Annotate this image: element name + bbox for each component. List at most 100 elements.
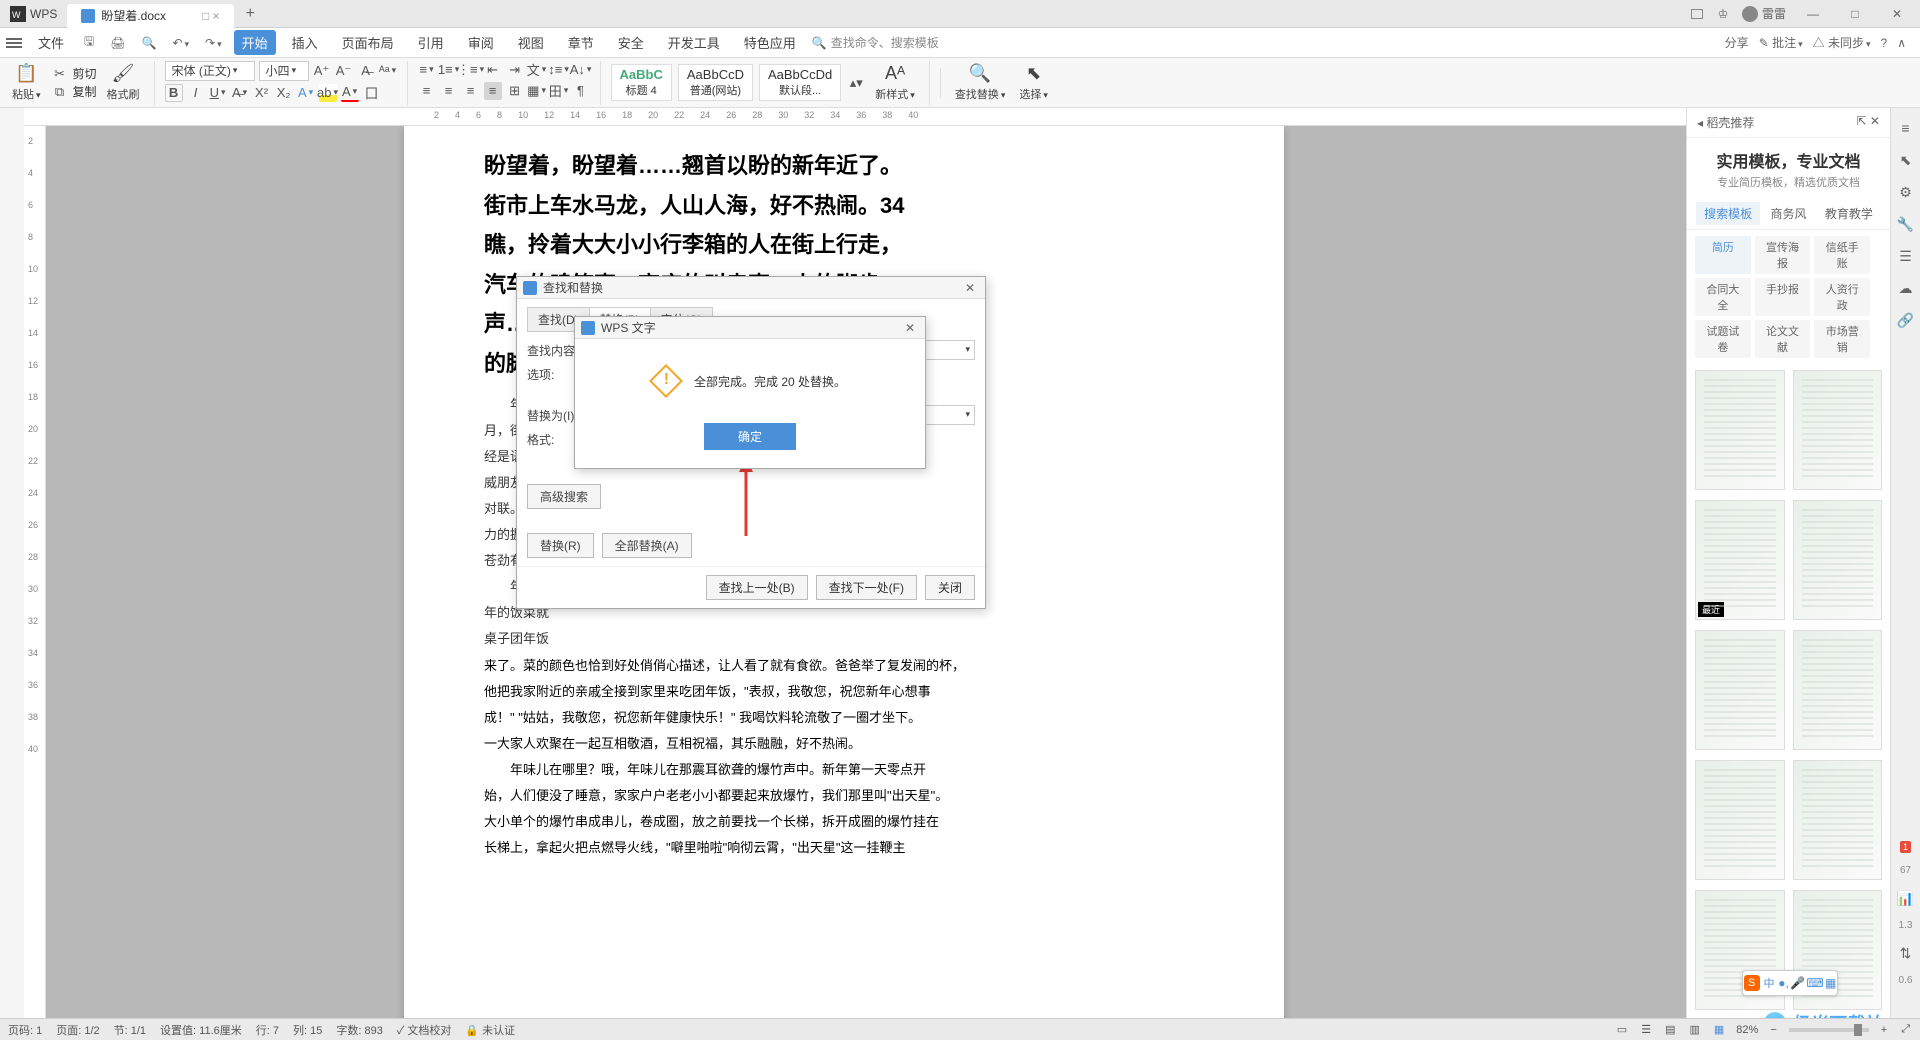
tab-special[interactable]: 特色应用 bbox=[736, 30, 804, 55]
line-spacing-icon[interactable]: ↕≡ bbox=[550, 61, 568, 79]
document-tab[interactable]: 盼望着.docx □ × bbox=[67, 4, 233, 28]
text-effect-icon[interactable]: A bbox=[297, 84, 315, 102]
template-thumb[interactable] bbox=[1695, 500, 1785, 620]
sort-icon[interactable]: A↓ bbox=[572, 61, 590, 79]
tab-dev[interactable]: 开发工具 bbox=[660, 30, 728, 55]
ime-toolbar[interactable]: S 中 ●, 🎤 ⌨ ▦ bbox=[1742, 970, 1838, 996]
template-thumb[interactable] bbox=[1793, 500, 1883, 620]
highlight-icon[interactable]: ab bbox=[319, 84, 337, 102]
select-tool-icon[interactable]: ⬉ bbox=[1896, 150, 1916, 170]
net-icon[interactable]: ⇅ bbox=[1896, 943, 1916, 963]
decrease-indent-icon[interactable]: ⇤ bbox=[484, 61, 502, 79]
change-case-icon[interactable]: ᴬᵃ bbox=[379, 62, 397, 80]
close-button[interactable]: 关闭 bbox=[925, 575, 975, 600]
save-icon[interactable]: 🖫 bbox=[80, 30, 98, 55]
tab-view[interactable]: 视图 bbox=[510, 30, 552, 55]
ime-punct-icon[interactable]: ●, bbox=[1778, 976, 1789, 990]
style-default[interactable]: AaBbCcDd默认段... bbox=[759, 64, 841, 101]
cat-resume[interactable]: 简历 bbox=[1695, 236, 1751, 274]
close-icon[interactable]: ✕ bbox=[961, 281, 979, 295]
hamburger-icon[interactable] bbox=[6, 38, 22, 48]
close-window-button[interactable]: ✕ bbox=[1882, 4, 1912, 24]
help-icon[interactable]: ? bbox=[1881, 36, 1888, 50]
print-icon[interactable]: 🖨 bbox=[106, 34, 129, 52]
redo-icon[interactable]: ↷ bbox=[201, 34, 226, 52]
new-tab-button[interactable]: + bbox=[234, 5, 267, 23]
font-size-select[interactable]: 小四 bbox=[259, 61, 309, 81]
user-avatar[interactable]: 雷雷 bbox=[1742, 5, 1786, 22]
file-menu[interactable]: 文件 bbox=[30, 30, 72, 55]
settings-icon[interactable]: ⚙ bbox=[1896, 182, 1916, 202]
tab-review[interactable]: 审阅 bbox=[460, 30, 502, 55]
template-thumb[interactable] bbox=[1793, 630, 1883, 750]
collapse-ribbon-icon[interactable]: ∧ bbox=[1897, 36, 1906, 50]
notification-badge[interactable]: 1 bbox=[1900, 841, 1911, 853]
outline-icon[interactable]: ☰ bbox=[1896, 246, 1916, 266]
text-direction-icon[interactable]: 文 bbox=[528, 61, 546, 79]
cat-letter[interactable]: 信纸手账 bbox=[1814, 236, 1870, 274]
new-style-button[interactable]: Aᴬ新样式 bbox=[871, 61, 919, 104]
link-icon[interactable]: 🔗 bbox=[1896, 310, 1916, 330]
align-center-icon[interactable]: ≡ bbox=[440, 82, 458, 100]
distribute-icon[interactable]: ⊞ bbox=[506, 82, 524, 100]
tab-section[interactable]: 章节 bbox=[560, 30, 602, 55]
annotate-button[interactable]: ✎ 批注 bbox=[1759, 34, 1803, 51]
superscript-icon[interactable]: X² bbox=[253, 84, 271, 102]
template-thumb[interactable] bbox=[1695, 760, 1785, 880]
grid-icon[interactable] bbox=[1690, 7, 1704, 21]
italic-button[interactable]: I bbox=[187, 84, 205, 102]
status-page-no[interactable]: 页码: 1 bbox=[8, 1022, 42, 1038]
find-next-button[interactable]: 查找下一处(F) bbox=[816, 575, 917, 600]
collapse-panel-icon[interactable]: ≡ bbox=[1896, 118, 1916, 138]
replace-button[interactable]: 替换(R) bbox=[527, 533, 594, 558]
cat-marketing[interactable]: 市场营销 bbox=[1814, 320, 1870, 358]
minimize-button[interactable]: — bbox=[1798, 4, 1828, 24]
cat-handcopy[interactable]: 手抄报 bbox=[1755, 278, 1811, 316]
strike-button[interactable]: A̶ bbox=[231, 84, 249, 102]
status-auth[interactable]: 🔒 未认证 bbox=[465, 1022, 515, 1038]
show-marks-icon[interactable]: ¶ bbox=[572, 82, 590, 100]
cat-contract[interactable]: 合同大全 bbox=[1695, 278, 1751, 316]
zoom-out-icon[interactable]: − bbox=[1768, 1024, 1778, 1036]
ok-button[interactable]: 确定 bbox=[704, 423, 796, 450]
ime-logo-icon[interactable]: S bbox=[1744, 975, 1760, 991]
ime-mic-icon[interactable]: 🎤 bbox=[1790, 976, 1805, 990]
zoom-slider[interactable] bbox=[1789, 1028, 1869, 1032]
multilevel-list-icon[interactable]: ⋮≡ bbox=[462, 61, 480, 79]
view-read-icon[interactable]: ▥ bbox=[1687, 1023, 1701, 1036]
find-prev-button[interactable]: 查找上一处(B) bbox=[706, 575, 808, 600]
subscript-icon[interactable]: X₂ bbox=[275, 84, 293, 102]
view-print-icon[interactable]: ▭ bbox=[1615, 1023, 1629, 1036]
cat-exam[interactable]: 试题试卷 bbox=[1695, 320, 1751, 358]
close-icon[interactable]: ✕ bbox=[901, 321, 919, 335]
view-outline-icon[interactable]: ▤ bbox=[1663, 1023, 1677, 1036]
command-search[interactable]: 🔍 查找命令、搜索模板 bbox=[812, 34, 939, 51]
find-replace-button[interactable]: 🔍查找替换 bbox=[951, 61, 1010, 104]
tab-layout[interactable]: 页面布局 bbox=[334, 30, 402, 55]
bold-button[interactable]: B bbox=[165, 84, 183, 102]
tab-reference[interactable]: 引用 bbox=[410, 30, 452, 55]
maximize-button[interactable]: □ bbox=[1840, 4, 1870, 24]
template-thumb[interactable] bbox=[1695, 630, 1785, 750]
fit-icon[interactable]: ⤢ bbox=[1899, 1023, 1912, 1036]
panel-tab-education[interactable]: 教育教学 bbox=[1817, 202, 1881, 225]
undo-icon[interactable]: ↶ bbox=[168, 34, 193, 52]
cat-hr[interactable]: 人资行政 bbox=[1814, 278, 1870, 316]
advanced-search-button[interactable]: 高级搜索 bbox=[527, 484, 601, 509]
close-tab-icon[interactable]: □ × bbox=[202, 9, 220, 23]
cat-poster[interactable]: 宣传海报 bbox=[1755, 236, 1811, 274]
template-thumb[interactable] bbox=[1695, 370, 1785, 490]
template-thumb[interactable] bbox=[1793, 760, 1883, 880]
grow-font-icon[interactable]: A⁺ bbox=[313, 62, 331, 80]
ime-grid-icon[interactable]: ▦ bbox=[1825, 976, 1836, 990]
tab-insert[interactable]: 插入 bbox=[284, 30, 326, 55]
style-heading4[interactable]: AaBbC标题 4 bbox=[611, 64, 672, 101]
format-painter[interactable]: 🖌格式刷 bbox=[103, 61, 144, 104]
number-list-icon[interactable]: 1≡ bbox=[440, 61, 458, 79]
view-grid-icon[interactable]: ▦ bbox=[1712, 1023, 1726, 1036]
align-right-icon[interactable]: ≡ bbox=[462, 82, 480, 100]
tab-security[interactable]: 安全 bbox=[610, 30, 652, 55]
template-thumb[interactable] bbox=[1793, 370, 1883, 490]
replace-all-button[interactable]: 全部替换(A) bbox=[602, 533, 692, 558]
view-web-icon[interactable]: ☰ bbox=[1639, 1023, 1653, 1036]
